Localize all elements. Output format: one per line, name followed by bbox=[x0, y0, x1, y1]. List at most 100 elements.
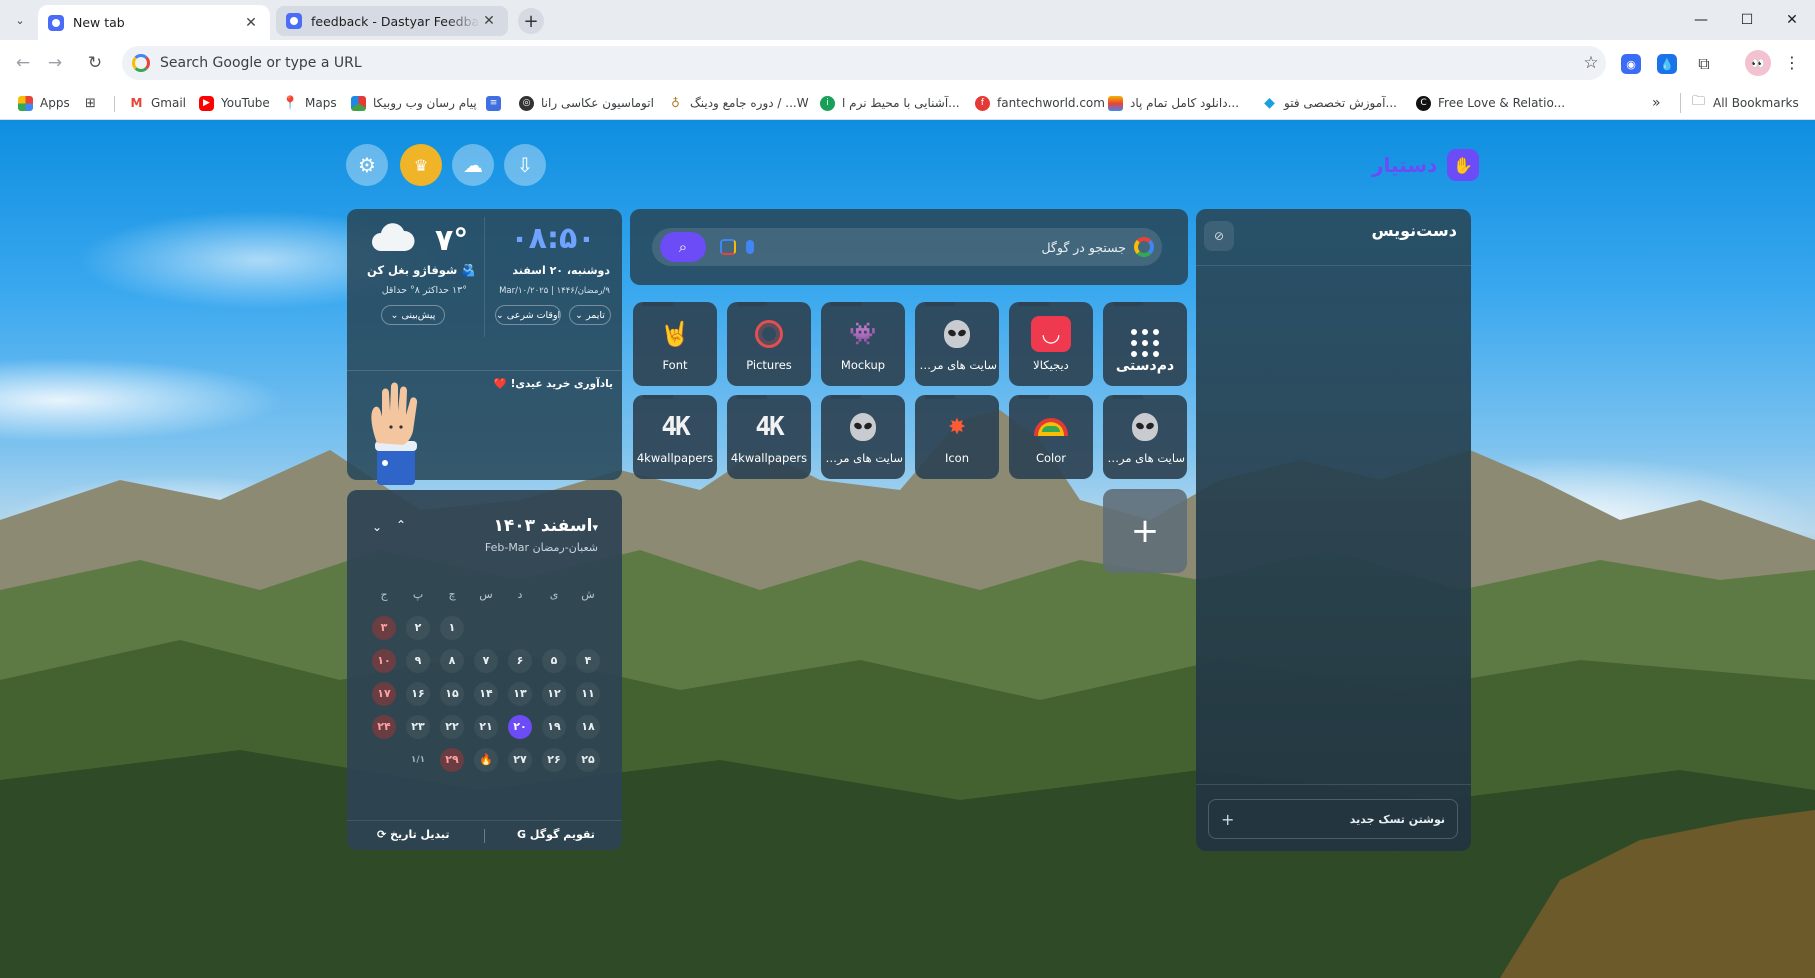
calendar-prev-chevron-up-icon[interactable]: ⌃ bbox=[393, 518, 409, 534]
calendar-day[interactable]: ۲۶ bbox=[537, 743, 571, 776]
calendar-day[interactable]: ۱۹ bbox=[537, 710, 571, 743]
microphone-icon[interactable] bbox=[746, 240, 754, 254]
calendar-day[interactable]: ۲۷ bbox=[503, 743, 537, 776]
more-bookmarks-chevron-icon[interactable]: » bbox=[1652, 93, 1661, 113]
shortcut-tile[interactable]: ◡ دیجیکالا bbox=[1009, 302, 1093, 386]
bookmark-download[interactable]: دانلود کامل تمام پاد... bbox=[1108, 93, 1239, 113]
google-calendar-button[interactable]: تقویم گوگل G bbox=[517, 828, 595, 841]
shortcut-tile[interactable]: سایت های مرب... bbox=[1103, 395, 1187, 479]
calendar-day[interactable]: ۲۹ bbox=[435, 743, 469, 776]
extensions-puzzle-icon[interactable]: ⧉ bbox=[1694, 54, 1714, 74]
calendar-day[interactable]: ۱۲ bbox=[537, 677, 571, 710]
calendar-day[interactable]: ۱۸ bbox=[571, 710, 605, 743]
back-arrow-icon[interactable]: ← bbox=[8, 48, 38, 78]
crown-avatar-icon[interactable]: ♛ bbox=[400, 144, 442, 186]
calendar-day[interactable]: ۶ bbox=[503, 644, 537, 677]
calendar-day[interactable]: ۲۵ bbox=[571, 743, 605, 776]
search-button[interactable]: ⌕ bbox=[660, 232, 706, 262]
shortcut-tile[interactable]: Color bbox=[1009, 395, 1093, 479]
bookmark-fantech[interactable]: f fantechworld.com bbox=[975, 93, 1105, 113]
prayer-times-button[interactable]: ⌄ اوقات شرعی bbox=[495, 305, 561, 325]
window-close-icon[interactable]: ✕ bbox=[1769, 0, 1815, 40]
shortcut-tile[interactable]: 🤘 Font bbox=[633, 302, 717, 386]
reload-icon[interactable]: ↻ bbox=[80, 48, 110, 78]
dastyar-extension-icon[interactable]: ◉ bbox=[1621, 54, 1641, 74]
calendar-day[interactable]: ۲۲ bbox=[435, 710, 469, 743]
shortcut-tile[interactable]: دم‌دستی bbox=[1103, 302, 1187, 386]
calendar-day[interactable]: ۳ bbox=[367, 611, 401, 644]
download-icon[interactable]: ⇩ bbox=[504, 144, 546, 186]
tab-new-tab[interactable]: New tab ✕ bbox=[38, 5, 270, 40]
calendar-day[interactable]: ۱۱ bbox=[571, 677, 605, 710]
calendar-day[interactable]: ۲ bbox=[401, 611, 435, 644]
calendar-day[interactable]: ۵ bbox=[537, 644, 571, 677]
shortcut-tile[interactable]: Pictures bbox=[727, 302, 811, 386]
bookmark-notes[interactable]: ≡ bbox=[486, 93, 508, 113]
calendar-day[interactable]: ۸ bbox=[435, 644, 469, 677]
bookmark-apps[interactable]: Apps bbox=[18, 93, 70, 113]
drop-extension-icon[interactable]: 💧 bbox=[1657, 54, 1677, 74]
bookmark-rana[interactable]: ◎ اتوماسیون عکاسی رانا bbox=[519, 93, 654, 113]
google-lens-icon[interactable] bbox=[720, 239, 736, 255]
bookmark-maps[interactable]: 📍 Maps bbox=[282, 93, 336, 113]
bookmark-photo[interactable]: ◆ آموزش تخصصی فتو... bbox=[1262, 93, 1397, 113]
add-shortcut-button[interactable]: + bbox=[1103, 489, 1187, 573]
calendar-day[interactable]: ۹ bbox=[401, 644, 435, 677]
shortcut-tile[interactable]: ✸ Icon bbox=[915, 395, 999, 479]
timer-button[interactable]: ⌄ تایمر bbox=[569, 305, 611, 325]
calendar-day[interactable]: ۱/۱ bbox=[401, 743, 435, 776]
search-input[interactable] bbox=[754, 239, 1134, 255]
calendar-day[interactable]: ۱۵ bbox=[435, 677, 469, 710]
forecast-button[interactable]: ⌄ پیش‌بینی bbox=[381, 305, 445, 325]
bookmark-star-icon[interactable]: ☆ bbox=[1576, 53, 1606, 73]
calendar-day[interactable]: ۱۷ bbox=[367, 677, 401, 710]
eye-slash-icon[interactable]: ⊘ bbox=[1204, 221, 1234, 251]
bookmark-free-love[interactable]: C Free Love & Relatio... bbox=[1416, 93, 1565, 113]
shortcut-tile[interactable]: 4K 4kwallpapers bbox=[633, 395, 717, 479]
more-menu-icon[interactable]: ⋮ bbox=[1782, 52, 1802, 74]
settings-gear-icon[interactable]: ⚙ bbox=[346, 144, 388, 186]
shortcut-tile[interactable]: سایت های مرب... bbox=[821, 395, 905, 479]
forward-arrow-icon[interactable]: → bbox=[40, 48, 70, 78]
reminder-text[interactable]: یادآوری خرید عیدی! ❤️ bbox=[437, 377, 613, 390]
tab-search-chevron-icon[interactable]: ⌄ bbox=[8, 8, 32, 32]
plus-icon[interactable]: + bbox=[1221, 810, 1234, 829]
calendar-day[interactable]: ۲۱ bbox=[469, 710, 503, 743]
calendar-day[interactable]: ۱۳ bbox=[503, 677, 537, 710]
calendar-day[interactable]: ۴ bbox=[571, 644, 605, 677]
calendar-day[interactable]: ۷ bbox=[469, 644, 503, 677]
close-icon[interactable]: ✕ bbox=[480, 12, 498, 30]
bookmark-rubika[interactable]: پیام رسان وب روبیکا bbox=[351, 93, 477, 113]
profile-avatar[interactable]: 👀 bbox=[1745, 50, 1771, 76]
brand[interactable]: دستیار ✋ bbox=[1372, 148, 1480, 182]
minimize-icon[interactable]: — bbox=[1678, 0, 1724, 40]
calendar-next-chevron-down-icon[interactable]: ⌄ bbox=[369, 520, 385, 536]
shortcut-tile[interactable]: سایت های مرب... bbox=[915, 302, 999, 386]
bookmark-software[interactable]: i آشنایی با محیط نرم ا... bbox=[820, 93, 960, 113]
tab-feedback[interactable]: feedback - Dastyar Feedback C ✕ bbox=[276, 6, 508, 36]
address-bar[interactable]: Search Google or type a URL ☆ bbox=[122, 46, 1606, 80]
maximize-icon[interactable]: ☐ bbox=[1724, 0, 1770, 40]
calendar-day[interactable]: ۲۳ bbox=[401, 710, 435, 743]
calendar-day[interactable]: 🔥 bbox=[469, 743, 503, 776]
calendar-day[interactable]: ۱۰ bbox=[367, 644, 401, 677]
new-task-input[interactable]: + نوشتن تسک جدید bbox=[1208, 799, 1458, 839]
calendar-day[interactable]: ۱ bbox=[435, 611, 469, 644]
calendar-month-title[interactable]: ▾اسفند ۱۴۰۳ bbox=[493, 516, 598, 536]
convert-date-button[interactable]: تبدیل تاریخ ⟳ bbox=[377, 828, 449, 841]
calendar-day[interactable]: ۲۴ bbox=[367, 710, 401, 743]
new-tab-button[interactable]: + bbox=[518, 8, 544, 34]
bookmark-youtube[interactable]: ▶ YouTube bbox=[199, 93, 270, 113]
calendar-day[interactable]: ۱۶ bbox=[401, 677, 435, 710]
close-icon[interactable]: ✕ bbox=[242, 14, 260, 32]
cloud-sync-icon[interactable]: ☁ bbox=[452, 144, 494, 186]
tab-groups-icon[interactable]: ⊞ bbox=[83, 93, 105, 113]
bookmark-gmail[interactable]: M Gmail bbox=[129, 93, 186, 113]
calendar-day[interactable]: ۱۴ bbox=[469, 677, 503, 710]
shortcut-tile[interactable]: 👾 Mockup bbox=[821, 302, 905, 386]
bookmark-wedding[interactable]: ♁ دوره جامع ودینگ / ...W bbox=[668, 93, 808, 113]
all-bookmarks[interactable]: 🗀 All Bookmarks bbox=[1680, 93, 1799, 113]
calendar-day-today[interactable]: ۲۰ bbox=[503, 710, 537, 743]
shortcut-tile[interactable]: 4K 4kwallpapers bbox=[727, 395, 811, 479]
calendar-day-number: ۲ bbox=[406, 615, 430, 640]
